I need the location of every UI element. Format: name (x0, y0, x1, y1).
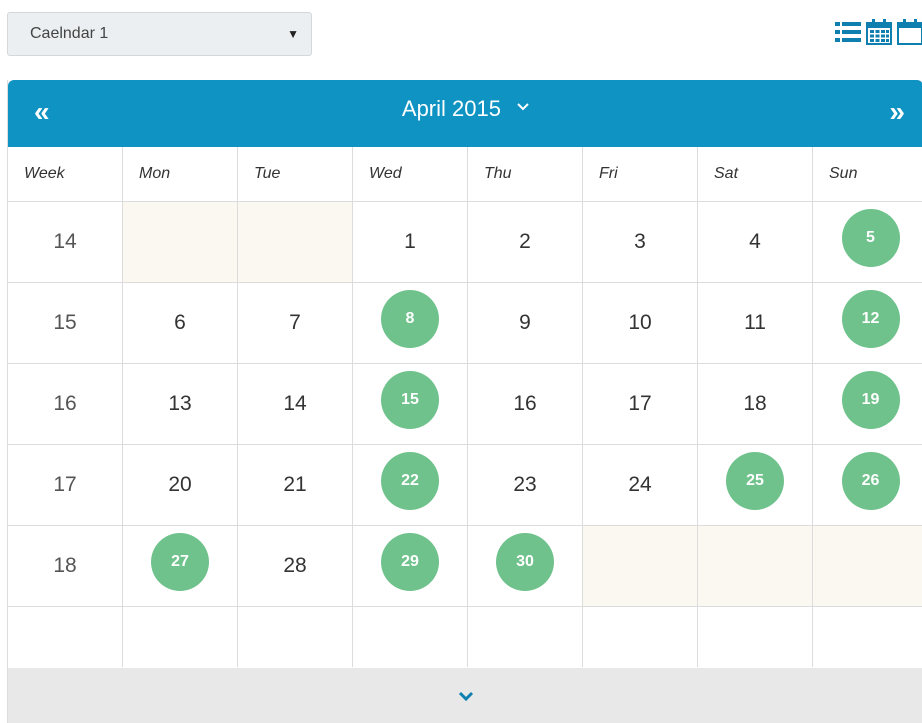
empty-cell (698, 607, 813, 667)
day-cell-fri[interactable]: 10 (583, 283, 698, 363)
day-cell-fri[interactable]: 3 (583, 202, 698, 282)
event-day-badge[interactable]: 8 (381, 290, 439, 348)
day-cell-wed[interactable]: 8 (353, 283, 468, 363)
dropdown-arrow-icon: ▼ (287, 27, 299, 41)
day-cell-mon[interactable]: 20 (123, 445, 238, 525)
empty-cell (8, 607, 123, 667)
event-day-badge[interactable]: 25 (726, 452, 784, 510)
month-calendar: « April 2015 » Week Mon Tue Wed Thu Fri … (7, 80, 922, 723)
day-cell-fri[interactable]: 24 (583, 445, 698, 525)
empty-cell (238, 607, 353, 667)
list-view-icon[interactable] (834, 19, 862, 45)
event-day-badge[interactable]: 29 (381, 533, 439, 591)
day-cell-thu[interactable]: 16 (468, 364, 583, 444)
day-cell-sat[interactable]: 18 (698, 364, 813, 444)
empty-cell (123, 607, 238, 667)
day-cell-sun[interactable]: 26 (813, 445, 922, 525)
day-cell-sat[interactable]: 11 (698, 283, 813, 363)
outside-month-cell (238, 202, 353, 282)
empty-cell (813, 607, 922, 667)
empty-cell (468, 607, 583, 667)
day-cell-wed[interactable]: 1 (353, 202, 468, 282)
day-cell-mon[interactable]: 27 (123, 526, 238, 606)
month-title[interactable]: April 2015 (8, 94, 922, 124)
calendar-select-value: Caelndar 1 (30, 25, 109, 42)
week-number: 18 (8, 526, 123, 606)
empty-cell (353, 607, 468, 667)
column-header-sat: Sat (698, 147, 813, 201)
day-cell-wed[interactable]: 22 (353, 445, 468, 525)
week-number: 17 (8, 445, 123, 525)
day-cell-sun[interactable]: 12 (813, 283, 922, 363)
chevron-down-icon (517, 103, 529, 111)
week-row: 14 1 2 3 4 5 (8, 202, 922, 283)
week-row: 17 20 21 22 23 24 25 26 (8, 445, 922, 526)
week-number: 16 (8, 364, 123, 444)
day-cell-tue[interactable]: 14 (238, 364, 353, 444)
event-day-badge[interactable]: 15 (381, 371, 439, 429)
day-cell-sat[interactable]: 25 (698, 445, 813, 525)
column-header-tue: Tue (238, 147, 353, 201)
expand-calendar-button[interactable] (8, 668, 922, 723)
week-number: 14 (8, 202, 123, 282)
calendar-grid: Week Mon Tue Wed Thu Fri Sat Sun 14 1 2 3 4 5… (8, 147, 922, 667)
day-cell-tue[interactable]: 7 (238, 283, 353, 363)
day-cell-tue[interactable]: 28 (238, 526, 353, 606)
day-cell-thu[interactable]: 9 (468, 283, 583, 363)
week-view-icon[interactable] (896, 18, 922, 46)
day-cell-sun[interactable]: 5 (813, 202, 922, 282)
event-day-badge[interactable]: 12 (841, 290, 900, 348)
column-header-thu: Thu (468, 147, 583, 201)
event-day-badge[interactable]: 5 (841, 209, 900, 267)
week-row: 18 27 28 29 30 (8, 526, 922, 607)
day-cell-tue[interactable]: 21 (238, 445, 353, 525)
view-switcher (832, 14, 922, 50)
column-header-fri: Fri (583, 147, 698, 201)
event-day-badge[interactable]: 22 (381, 452, 439, 510)
column-header-mon: Mon (123, 147, 238, 201)
column-header-wed: Wed (353, 147, 468, 201)
weekday-header-row: Week Mon Tue Wed Thu Fri Sat Sun (8, 147, 922, 202)
calendar-select[interactable]: Caelndar 1 ▼ (7, 12, 312, 56)
day-cell-wed[interactable]: 29 (353, 526, 468, 606)
day-cell-thu[interactable]: 2 (468, 202, 583, 282)
event-day-badge[interactable]: 27 (151, 533, 209, 591)
week-row: 15 6 7 8 9 10 11 12 (8, 283, 922, 364)
event-day-badge[interactable]: 19 (841, 371, 900, 429)
day-cell-mon[interactable]: 13 (123, 364, 238, 444)
event-day-badge[interactable]: 26 (841, 452, 900, 510)
day-cell-sun[interactable]: 19 (813, 364, 922, 444)
week-row: 16 13 14 15 16 17 18 19 (8, 364, 922, 445)
event-day-badge[interactable]: 30 (496, 533, 554, 591)
trailing-empty-row (8, 607, 922, 667)
day-cell-wed[interactable]: 15 (353, 364, 468, 444)
chevron-down-icon (458, 691, 473, 701)
column-header-week: Week (8, 147, 123, 201)
day-cell-thu[interactable]: 23 (468, 445, 583, 525)
week-number: 15 (8, 283, 123, 363)
next-month-button[interactable]: » (889, 94, 905, 130)
calendar-app: Caelndar 1 ▼ « April 2015 » Week Mon Tue… (0, 0, 922, 723)
outside-month-cell (813, 526, 922, 606)
outside-month-cell (583, 526, 698, 606)
calendar-header: « April 2015 » (8, 80, 922, 147)
outside-month-cell (123, 202, 238, 282)
month-title-label: April 2015 (401, 96, 501, 121)
outside-month-cell (698, 526, 813, 606)
column-header-sun: Sun (829, 165, 858, 182)
day-cell-fri[interactable]: 17 (583, 364, 698, 444)
empty-cell (583, 607, 698, 667)
day-cell-mon[interactable]: 6 (123, 283, 238, 363)
month-view-icon[interactable] (865, 18, 893, 46)
day-cell-sat[interactable]: 4 (698, 202, 813, 282)
day-cell-thu[interactable]: 30 (468, 526, 583, 606)
